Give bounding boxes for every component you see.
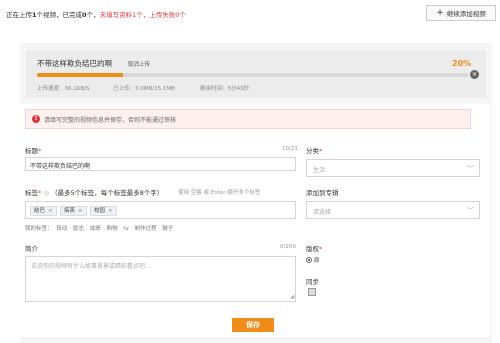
remove-tag-icon[interactable]: × [108, 208, 113, 214]
chevron-down-icon: ﹀ [467, 165, 474, 173]
copyright-required-mark: * [319, 245, 323, 253]
album-placeholder: 请选择 [313, 209, 332, 216]
tags-label: 标签* ◎ （最多5个标签，每个标签最多8个字） [25, 187, 163, 197]
resize-handle-icon[interactable]: ◢ [290, 294, 294, 300]
tags-input[interactable]: 结巴 × 搞笑 × 校园 × [25, 201, 296, 219]
album-label: 添加到专辑 [306, 189, 339, 197]
title-counter: 10/21 [282, 146, 298, 152]
add-more-label: 继续添加视频 [446, 10, 486, 18]
tag-chip: 结巴 × [30, 206, 57, 216]
category-label: 分类* [306, 145, 322, 155]
status-suffix: 个， [86, 11, 100, 19]
upload-percent: 20% [452, 59, 472, 68]
copyright-option-label: 原 [314, 258, 320, 264]
upload-speed: 上传速度：36.1KB/S [37, 84, 90, 92]
tag-chip: 搞笑 × [60, 206, 87, 216]
description-textarea[interactable]: 说说你的视频有什么故事背景或精彩看点吧... [25, 256, 296, 302]
category-label-text: 分类 [306, 147, 319, 155]
upload-progress-bar [37, 73, 468, 77]
tag-chip-label: 搞笑 [64, 208, 76, 214]
remaining-time-label: 剩余时间： [200, 86, 228, 92]
chevron-down-icon: ﹀ [467, 207, 474, 215]
upload-speed-value: 36.1KB/S [64, 86, 90, 92]
copyright-label-text: 版权 [306, 245, 319, 253]
status-warning: 未填写资料1个，上传失败0个 [99, 11, 186, 19]
status-prefix: 正在上传 [6, 11, 32, 19]
radio-icon[interactable] [306, 257, 312, 263]
video-file-title: 不带这样欺负结巴的啊 [37, 59, 112, 68]
my-tag[interactable]: 鼓子 [162, 226, 173, 232]
alert-text: 请填写完整的视频信息并保存，否则不能通过审核 [44, 117, 177, 124]
title-label-text: 标题 [25, 147, 38, 155]
description-label: 简介 [25, 245, 38, 253]
title-input[interactable]: 不带这样欺负结巴的啊 [25, 157, 296, 171]
title-required-mark: * [38, 147, 42, 155]
description-counter: 0/200 [280, 244, 296, 250]
album-select[interactable]: 请选择 ﹀ [306, 201, 480, 219]
title-label: 标题* [25, 145, 41, 155]
category-placeholder: 生活 [313, 167, 326, 174]
save-button[interactable]: 保存 [232, 318, 274, 332]
upload-speed-label: 上传速度： [37, 86, 65, 92]
status-middle: 个视频，已完成 [36, 11, 83, 19]
my-tag[interactable]: 购物 [107, 226, 118, 232]
remove-tag-icon[interactable]: × [78, 208, 83, 214]
remaining-time-value: 5分43秒 [227, 86, 250, 92]
upload-status-text: 正在上传1个视频，已完成0个，未填写资料1个，上传失败0个 [6, 9, 186, 19]
description-placeholder: 说说你的视频有什么故事背景或精彩看点吧... [31, 263, 151, 270]
upload-progress-fill [37, 73, 124, 77]
uploaded-size: 已上传：3.0MB/15.1MB [113, 84, 175, 92]
uploaded-size-value: 3.0MB/15.1MB [135, 86, 175, 92]
close-icon[interactable]: ✕ [470, 70, 479, 79]
tags-label-text: 标签 [25, 189, 38, 197]
tags-required-mark: * [38, 189, 42, 197]
video-info-form [20, 104, 490, 337]
cancel-upload-link[interactable]: 取消上传 [128, 60, 150, 68]
exclamation-icon: ! [32, 115, 40, 123]
category-required-mark: * [319, 147, 323, 155]
help-icon[interactable]: ◎ [43, 189, 49, 197]
my-tags-label: 我的标签： [25, 226, 53, 232]
remaining-time: 剩余时间：5分43秒 [200, 84, 249, 92]
uploaded-size-label: 已上传： [113, 86, 136, 92]
category-select[interactable]: 生活 ﹀ [306, 159, 480, 177]
my-tag[interactable]: 段动 [56, 226, 67, 232]
copyright-label: 版权* [306, 243, 322, 253]
my-tag[interactable]: 励志 [73, 226, 84, 232]
sync-checkbox[interactable] [308, 288, 316, 296]
tags-hint: （最多5个标签，每个标签最多8个字） [51, 189, 164, 197]
tag-chip: 校园 × [90, 206, 117, 216]
tag-chip-label: 结巴 [34, 208, 46, 214]
tags-separator-hint: 使用 空格 或 Enter 顺开多个标签 [178, 190, 261, 196]
plus-icon: + [436, 7, 444, 18]
add-more-videos-button[interactable]: + 继续添加视频 [426, 5, 496, 21]
remove-tag-icon[interactable]: × [48, 208, 53, 214]
my-tag[interactable]: 成绩 [90, 226, 101, 232]
my-tag[interactable]: tv [123, 226, 128, 232]
my-tag[interactable]: 制作过程 [135, 226, 157, 232]
copyright-original-option[interactable]: 原 [306, 256, 320, 264]
tag-chip-label: 校园 [94, 208, 106, 214]
sync-label: 同步 [306, 278, 319, 286]
my-tags-row: 我的标签： 段动 励志 成绩 购物 tv 制作过程 鼓子 [25, 224, 173, 232]
